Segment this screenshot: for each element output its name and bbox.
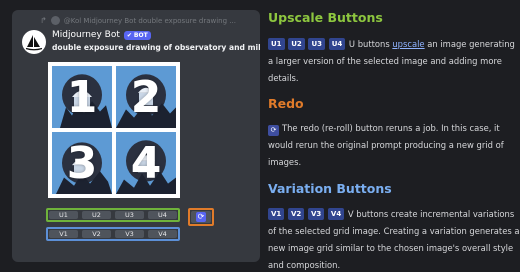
verified-check-icon: ✔ <box>126 31 132 39</box>
upscale-button-u3[interactable]: U3 <box>115 211 144 219</box>
bot-badge: ✔ BOT <box>123 30 151 40</box>
grid-image-2[interactable]: 2 <box>116 66 176 128</box>
reply-arrow-icon: ↱ <box>40 16 47 25</box>
v3-tag: V3 <box>307 208 325 220</box>
image-grid[interactable]: 1 2 3 4 <box>48 62 180 198</box>
author-line: Midjourney Bot ✔ BOT <box>52 30 151 40</box>
tile-number: 2 <box>130 71 162 123</box>
grid-image-4[interactable]: 4 <box>116 132 176 194</box>
variation-text: V buttons create incremental variations … <box>268 209 520 270</box>
v1-tag: V1 <box>268 208 285 220</box>
v2-tag: V2 <box>287 208 305 220</box>
upscale-link[interactable]: upscale <box>392 39 424 49</box>
prompt-text: double exposure drawing of observatory a… <box>52 43 260 52</box>
variation-button-v2[interactable]: V2 <box>82 230 111 238</box>
upscale-button-row: U1 U2 U3 U4 <box>46 208 180 222</box>
variation-button-v3[interactable]: V3 <box>115 230 144 238</box>
upscale-heading: Upscale Buttons <box>268 10 383 25</box>
redo-button[interactable]: ⟳ <box>191 211 211 223</box>
u1-tag: U1 <box>268 38 285 50</box>
variation-button-v4[interactable]: V4 <box>148 230 177 238</box>
reply-text: @Kol Midjourney Bot double exposure draw… <box>63 16 236 25</box>
variation-description: V1 V2 V3 V4 V buttons create incremental… <box>268 206 520 272</box>
redo-icon: ⟳ <box>268 125 279 136</box>
bot-avatar[interactable] <box>22 30 46 54</box>
tile-number: 4 <box>130 137 162 189</box>
upscale-description: U1 U2 U3 U4 U buttons upscale an image g… <box>268 36 520 87</box>
variation-button-v1[interactable]: V1 <box>49 230 78 238</box>
tile-number: 1 <box>66 71 98 123</box>
variation-button-row: V1 V2 V3 V4 <box>46 227 180 241</box>
bot-badge-label: BOT <box>133 31 148 39</box>
redo-heading: Redo <box>268 96 304 111</box>
redo-text: The redo (re-roll) button reruns a job. … <box>268 123 504 167</box>
upscale-text-before: U buttons <box>346 39 393 49</box>
u4-tag: U4 <box>328 38 346 50</box>
refresh-icon: ⟳ <box>196 212 206 222</box>
u2-tag: U2 <box>288 38 305 50</box>
redo-button-outline: ⟳ <box>188 208 214 226</box>
author-name[interactable]: Midjourney Bot <box>52 30 120 40</box>
upscale-button-u4[interactable]: U4 <box>148 211 177 219</box>
tile-number: 3 <box>66 137 98 189</box>
grid-image-1[interactable]: 1 <box>52 66 112 128</box>
upscale-button-u2[interactable]: U2 <box>82 211 111 219</box>
variation-heading: Variation Buttons <box>268 181 392 196</box>
redo-description: ⟳ The redo (re-roll) button reruns a job.… <box>268 120 520 171</box>
u3-tag: U3 <box>308 38 326 50</box>
upscale-button-u1[interactable]: U1 <box>49 211 78 219</box>
reply-preview[interactable]: ↱ @Kol Midjourney Bot double exposure dr… <box>40 16 236 25</box>
midjourney-sailboat-icon <box>25 35 43 51</box>
v4-tag: V4 <box>327 208 345 220</box>
reply-avatar <box>50 16 60 25</box>
grid-image-3[interactable]: 3 <box>52 132 112 194</box>
